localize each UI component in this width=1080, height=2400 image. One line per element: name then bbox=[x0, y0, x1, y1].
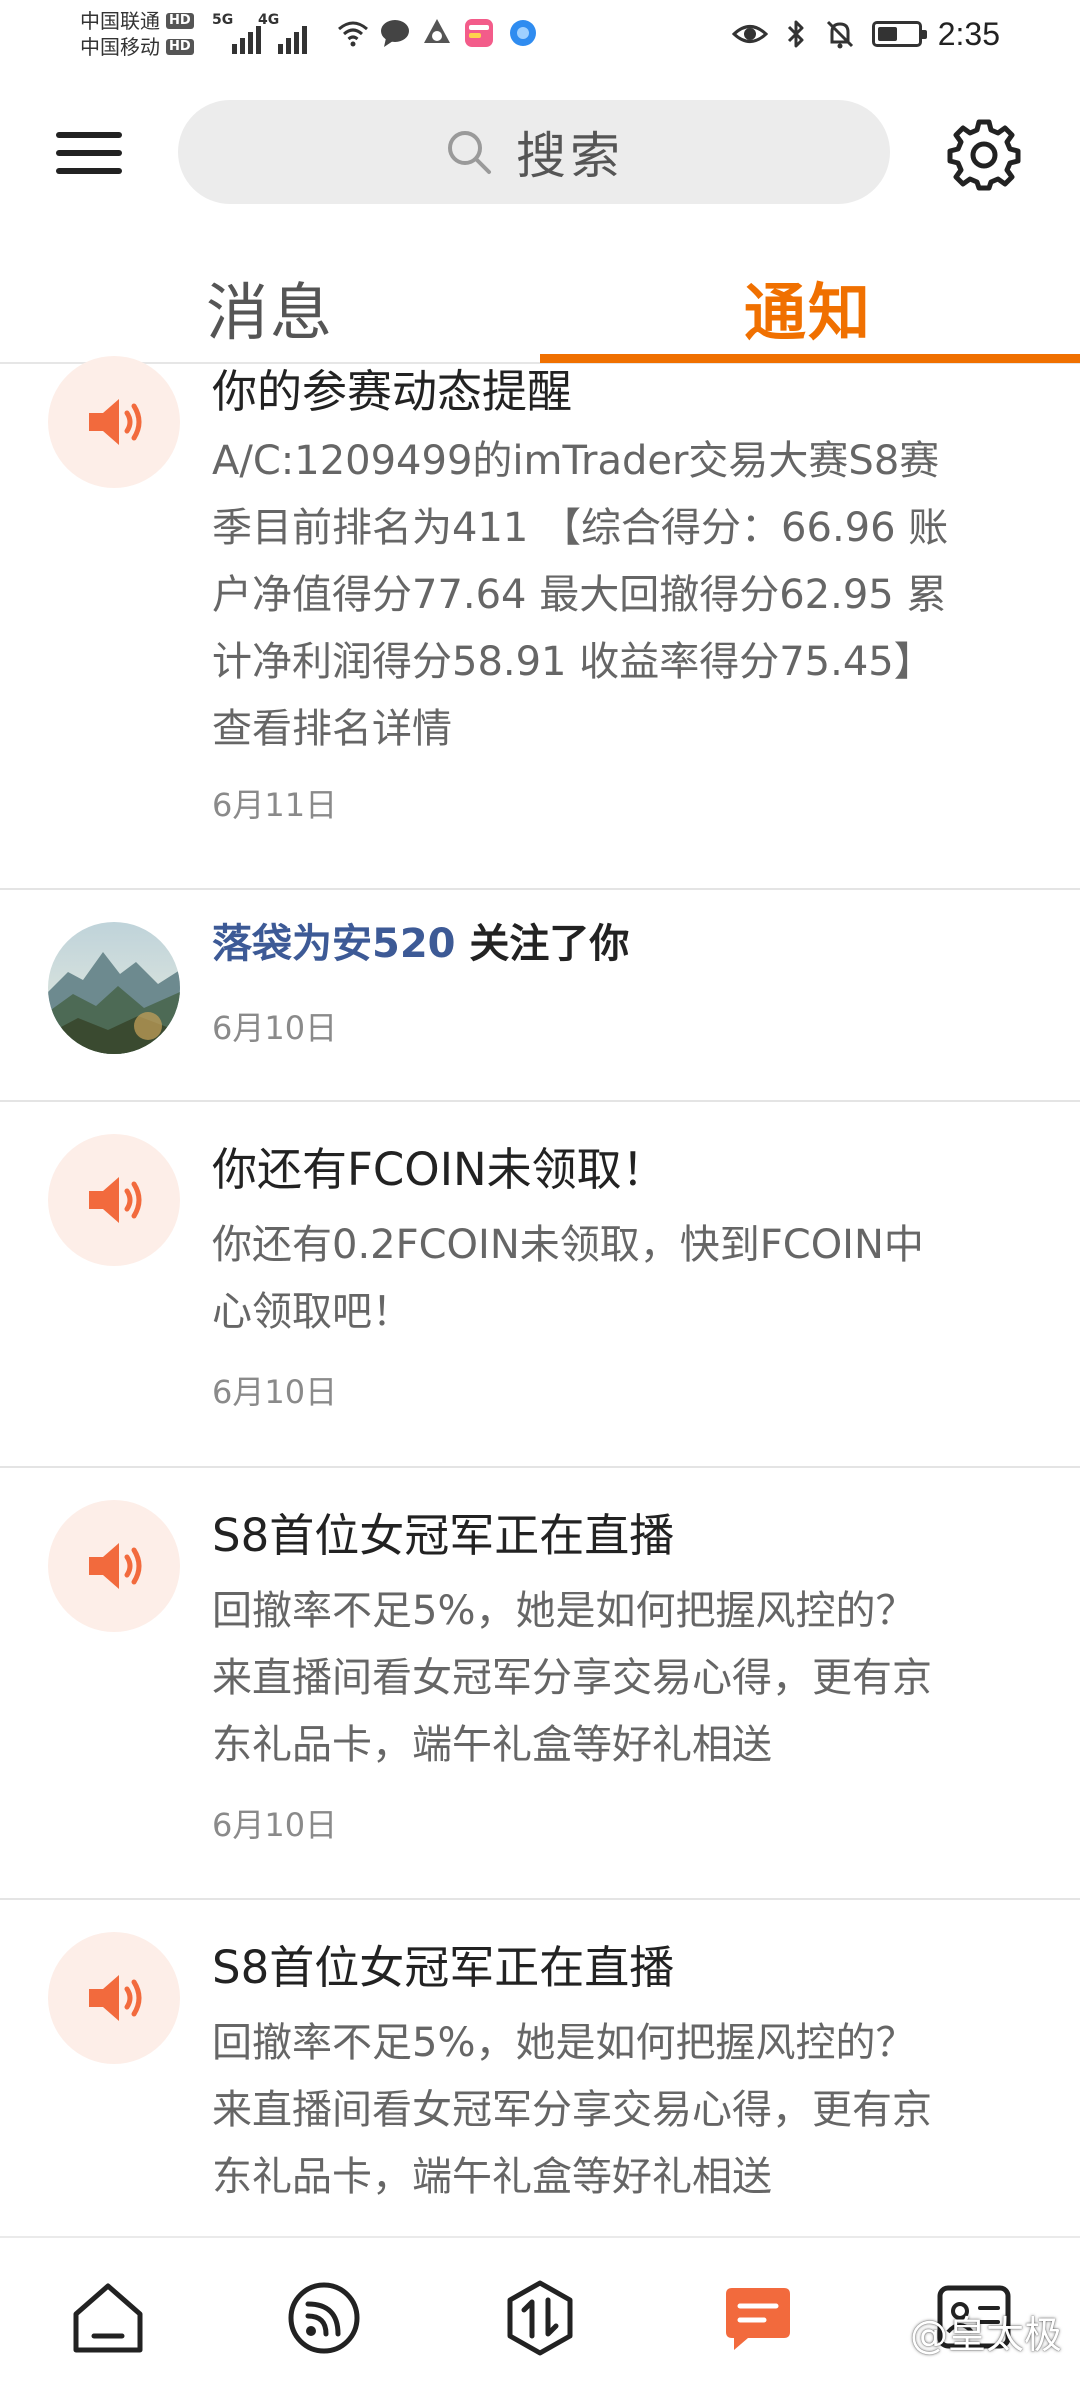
body-line: 季目前排名为411 【综合得分：66.96 账 bbox=[212, 505, 949, 551]
search-icon bbox=[448, 131, 491, 174]
body-line: 户净值得分77.64 最大回撤得分62.95 累 bbox=[212, 572, 947, 618]
status-bar: 中国联通 HD 中国移动 HD 5G 4G 2:35 bbox=[0, 0, 1080, 72]
notification-date: 6月10日 bbox=[212, 1009, 338, 1047]
body-line: 计净利润得分58.91 收益率得分75.45】 bbox=[212, 639, 934, 685]
body-line: 东礼品卡，端午礼盒等好礼相送 bbox=[212, 2154, 772, 2200]
hd-badge: HD bbox=[166, 13, 194, 29]
announcement-icon-badge bbox=[48, 1932, 180, 2064]
signal-4g-icon: 4G bbox=[258, 12, 307, 54]
carrier-1: 中国联通 bbox=[80, 9, 160, 33]
gear-icon[interactable] bbox=[946, 116, 1022, 192]
follow-message: 落袋为安520 关注了你 bbox=[212, 916, 1028, 972]
battery-icon bbox=[871, 21, 927, 47]
follow-action-text: 关注了你 bbox=[455, 921, 630, 967]
eye-icon bbox=[731, 25, 768, 43]
browser-app-icon bbox=[510, 20, 536, 46]
body-line: 来直播间看女冠军分享交易心得，更有京 bbox=[212, 2087, 932, 2133]
notification-date: 6月10日 bbox=[212, 1373, 338, 1411]
ranking-details-link[interactable]: 查看排名详情 bbox=[212, 696, 1028, 763]
notification-title: S8首位女冠军正在直播 bbox=[212, 1509, 675, 1562]
notification-title: 你还有FCOIN未领取！ bbox=[212, 1143, 667, 1196]
chat-bubble-icon bbox=[381, 20, 409, 47]
notification-body: 你还有0.2FCOIN未领取，快到FCOIN中 心领取吧！ bbox=[212, 1212, 1028, 1346]
network-type-label: 5G bbox=[212, 12, 234, 28]
signal-5g-icon: 5G bbox=[212, 12, 261, 54]
hd-badge: HD bbox=[166, 39, 194, 55]
notification-date: 6月10日 bbox=[212, 1806, 338, 1844]
active-tab-indicator bbox=[540, 354, 1080, 363]
carrier-2: 中国移动 bbox=[80, 35, 160, 59]
trade-icon bbox=[507, 2280, 573, 2356]
announcement-icon-badge bbox=[48, 1500, 180, 1632]
notification-body: 回撤率不足5%，她是如何把握风控的？ 来直播间看女冠军分享交易心得，更有京 东礼… bbox=[212, 2010, 1028, 2211]
body-line: A/C:1209499的imTrader交易大赛S8赛 bbox=[212, 438, 940, 484]
nav-messages[interactable] bbox=[708, 2268, 808, 2368]
follower-username-link[interactable]: 落袋为安520 bbox=[212, 921, 456, 967]
mountain-landscape-avatar bbox=[48, 922, 180, 1054]
wifi-icon bbox=[338, 21, 368, 47]
nav-home[interactable] bbox=[58, 2268, 158, 2368]
menu-button[interactable] bbox=[52, 120, 124, 184]
list-item[interactable]: S8首位女冠军正在直播 回撤率不足5%，她是如何把握风控的？ 来直播间看女冠军分… bbox=[0, 1468, 1080, 1900]
tab-bar: 消息 通知 bbox=[0, 232, 1080, 364]
watermark: @皇太极 bbox=[909, 2313, 1062, 2357]
notification-title: S8首位女冠军正在直播 bbox=[212, 1941, 675, 1994]
bell-muted-icon bbox=[826, 20, 853, 49]
status-right-group: 2:35 bbox=[731, 14, 1000, 54]
tab-notifications[interactable]: 通知 bbox=[744, 262, 872, 352]
body-line: 来直播间看女冠军分享交易心得，更有京 bbox=[212, 1655, 932, 1701]
notification-list: 你的参赛动态提醒 A/C:1209499的imTrader交易大赛S8赛 季目前… bbox=[0, 356, 1080, 2240]
list-item[interactable]: 落袋为安520 关注了你 6月10日 bbox=[0, 890, 1080, 1102]
body-line: 东礼品卡，端午礼盒等好礼相送 bbox=[212, 1722, 772, 1768]
home-icon bbox=[73, 2283, 143, 2353]
feed-icon bbox=[288, 2282, 360, 2354]
list-item[interactable]: S8首位女冠军正在直播 回撤率不足5%，她是如何把握风控的？ 来直播间看女冠军分… bbox=[0, 1900, 1080, 2240]
body-line: 你还有0.2FCOIN未领取，快到FCOIN中 bbox=[212, 1222, 924, 1268]
messages-icon bbox=[726, 2288, 790, 2350]
notification-title: 你的参赛动态提醒 bbox=[212, 365, 573, 418]
carrier-info: 中国联通 HD 中国移动 HD bbox=[80, 8, 194, 60]
list-item[interactable]: 你的参赛动态提醒 A/C:1209499的imTrader交易大赛S8赛 季目前… bbox=[0, 356, 1080, 890]
speaker-icon bbox=[89, 399, 142, 445]
body-line: 回撤率不足5%，她是如何把握风控的？ bbox=[212, 1588, 916, 1634]
nav-trade[interactable] bbox=[490, 2268, 590, 2368]
tab-messages[interactable]: 消息 bbox=[206, 262, 334, 352]
notification-body: 回撤率不足5%，她是如何把握风控的？ 来直播间看女冠军分享交易心得，更有京 东礼… bbox=[212, 1578, 1028, 1779]
bluetooth-icon bbox=[787, 20, 804, 48]
search-input[interactable]: 搜索 bbox=[178, 100, 890, 204]
avatar[interactable] bbox=[48, 922, 180, 1054]
speaker-icon bbox=[89, 1975, 142, 2021]
app-header: 搜索 bbox=[0, 72, 1080, 232]
notification-date: 6月11日 bbox=[212, 786, 338, 824]
body-line: 回撤率不足5%，她是如何把握风控的？ bbox=[212, 2020, 916, 2066]
speaker-icon bbox=[89, 1177, 142, 1223]
body-line: 心领取吧！ bbox=[212, 1289, 412, 1335]
list-item[interactable]: 你还有FCOIN未领取！ 你还有0.2FCOIN未领取，快到FCOIN中 心领取… bbox=[0, 1102, 1080, 1468]
nav-feed[interactable] bbox=[274, 2268, 374, 2368]
search-placeholder: 搜索 bbox=[516, 127, 624, 185]
speaker-icon bbox=[89, 1543, 142, 1589]
network-type-label: 4G bbox=[258, 12, 280, 28]
announcement-icon-badge bbox=[48, 1134, 180, 1266]
colorful-app-icon bbox=[465, 19, 493, 47]
clock: 2:35 bbox=[937, 15, 1000, 52]
announcement-icon-badge bbox=[48, 356, 180, 488]
notification-body: A/C:1209499的imTrader交易大赛S8赛 季目前排名为411 【综… bbox=[212, 428, 1028, 763]
app-notification-icon bbox=[424, 19, 450, 43]
